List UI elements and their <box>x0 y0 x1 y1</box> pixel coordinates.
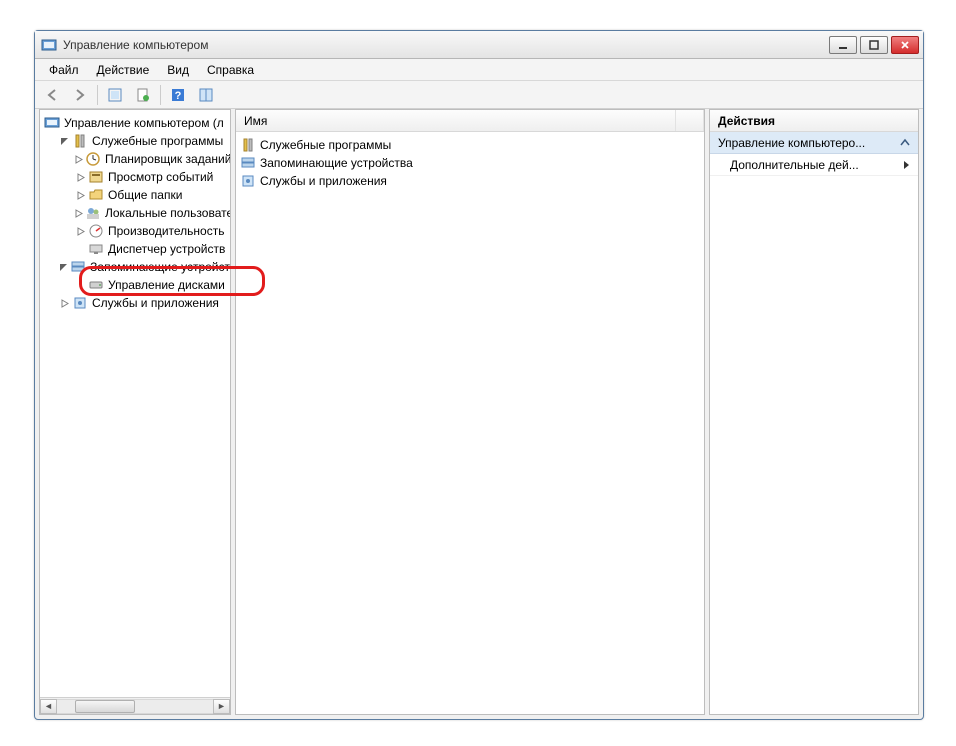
back-button[interactable] <box>41 84 63 106</box>
app-icon <box>41 37 57 53</box>
collapse-icon <box>900 138 910 148</box>
tools-icon <box>240 137 256 153</box>
main-window: Управление компьютером Файл Действие Вид… <box>34 30 924 720</box>
scroll-thumb[interactable] <box>75 700 135 713</box>
list-row-storage[interactable]: Запоминающие устройства <box>240 154 700 172</box>
tree-disk-management[interactable]: Управление дисками <box>40 276 230 294</box>
tree-system-tools[interactable]: Служебные программы <box>40 132 230 150</box>
maximize-button[interactable] <box>860 36 888 54</box>
scroll-left-button[interactable]: ◄ <box>40 699 57 714</box>
disk-icon <box>88 277 104 293</box>
services-icon <box>72 295 88 311</box>
svg-text:?: ? <box>175 90 182 102</box>
tree-device-manager[interactable]: Диспетчер устройств <box>40 240 230 258</box>
expand-icon[interactable] <box>58 297 70 309</box>
tree-storage[interactable]: Запоминающие устройст <box>40 258 230 276</box>
list-header: Имя <box>236 110 704 132</box>
services-icon <box>240 173 256 189</box>
menu-action[interactable]: Действие <box>89 61 158 79</box>
scroll-right-button[interactable]: ► <box>213 699 230 714</box>
menu-help[interactable]: Справка <box>199 61 262 79</box>
collapse-icon[interactable] <box>58 135 70 147</box>
clock-icon <box>85 151 101 167</box>
expand-icon[interactable] <box>74 171 86 183</box>
chevron-right-icon <box>902 160 910 170</box>
device-icon <box>88 241 104 257</box>
list-item-label: Служебные программы <box>260 138 391 152</box>
expand-icon[interactable] <box>74 225 86 237</box>
expand-icon[interactable] <box>74 207 83 219</box>
help-button[interactable]: ? <box>167 84 189 106</box>
tree-services-apps[interactable]: Службы и приложения <box>40 294 230 312</box>
forward-button[interactable] <box>69 84 91 106</box>
expand-icon[interactable] <box>74 189 86 201</box>
storage-icon <box>240 155 256 171</box>
titlebar: Управление компьютером <box>35 31 923 59</box>
tree-event-viewer[interactable]: Просмотр событий <box>40 168 230 186</box>
event-icon <box>88 169 104 185</box>
show-actions-button[interactable] <box>195 84 217 106</box>
actions-header: Действия <box>710 110 918 132</box>
tree-local-users[interactable]: Локальные пользовате <box>40 204 230 222</box>
menu-view[interactable]: Вид <box>159 61 197 79</box>
column-blank[interactable] <box>676 110 704 131</box>
tree-root[interactable]: Управление компьютером (л <box>40 114 230 132</box>
minimize-button[interactable] <box>829 36 857 54</box>
window-title: Управление компьютером <box>63 38 829 52</box>
list-row-services[interactable]: Службы и приложения <box>240 172 700 190</box>
perf-icon <box>88 223 104 239</box>
storage-icon <box>70 259 86 275</box>
list-pane: Имя Служебные программы Запоминающие уст… <box>235 109 705 715</box>
close-button[interactable] <box>891 36 919 54</box>
toolbar: ? <box>35 81 923 109</box>
tree-shared-folders[interactable]: Общие папки <box>40 186 230 204</box>
collapse-icon[interactable] <box>58 261 68 273</box>
actions-more-label: Дополнительные дей... <box>730 158 859 172</box>
users-icon <box>85 205 101 221</box>
tree-task-scheduler[interactable]: Планировщик заданий <box>40 150 230 168</box>
list-item-label: Запоминающие устройства <box>260 156 413 170</box>
actions-more[interactable]: Дополнительные дей... <box>710 154 918 176</box>
list-item-label: Службы и приложения <box>260 174 387 188</box>
column-name[interactable]: Имя <box>236 110 676 131</box>
actions-section-label: Управление компьютеро... <box>718 136 865 150</box>
actions-section[interactable]: Управление компьютеро... <box>710 132 918 154</box>
tree-performance[interactable]: Производительность <box>40 222 230 240</box>
tools-icon <box>72 133 88 149</box>
tree-hscroll[interactable]: ◄ ► <box>40 697 230 714</box>
computer-icon <box>44 115 60 131</box>
scroll-track[interactable] <box>57 699 213 714</box>
expand-icon[interactable] <box>74 153 83 165</box>
menu-file[interactable]: Файл <box>41 61 87 79</box>
properties-button[interactable] <box>132 84 154 106</box>
folder-share-icon <box>88 187 104 203</box>
tree-pane: Управление компьютером (л Служебные прог… <box>39 109 231 715</box>
actions-pane: Действия Управление компьютеро... Дополн… <box>709 109 919 715</box>
list-row-system-tools[interactable]: Служебные программы <box>240 136 700 154</box>
menubar: Файл Действие Вид Справка <box>35 59 923 81</box>
up-button[interactable] <box>104 84 126 106</box>
